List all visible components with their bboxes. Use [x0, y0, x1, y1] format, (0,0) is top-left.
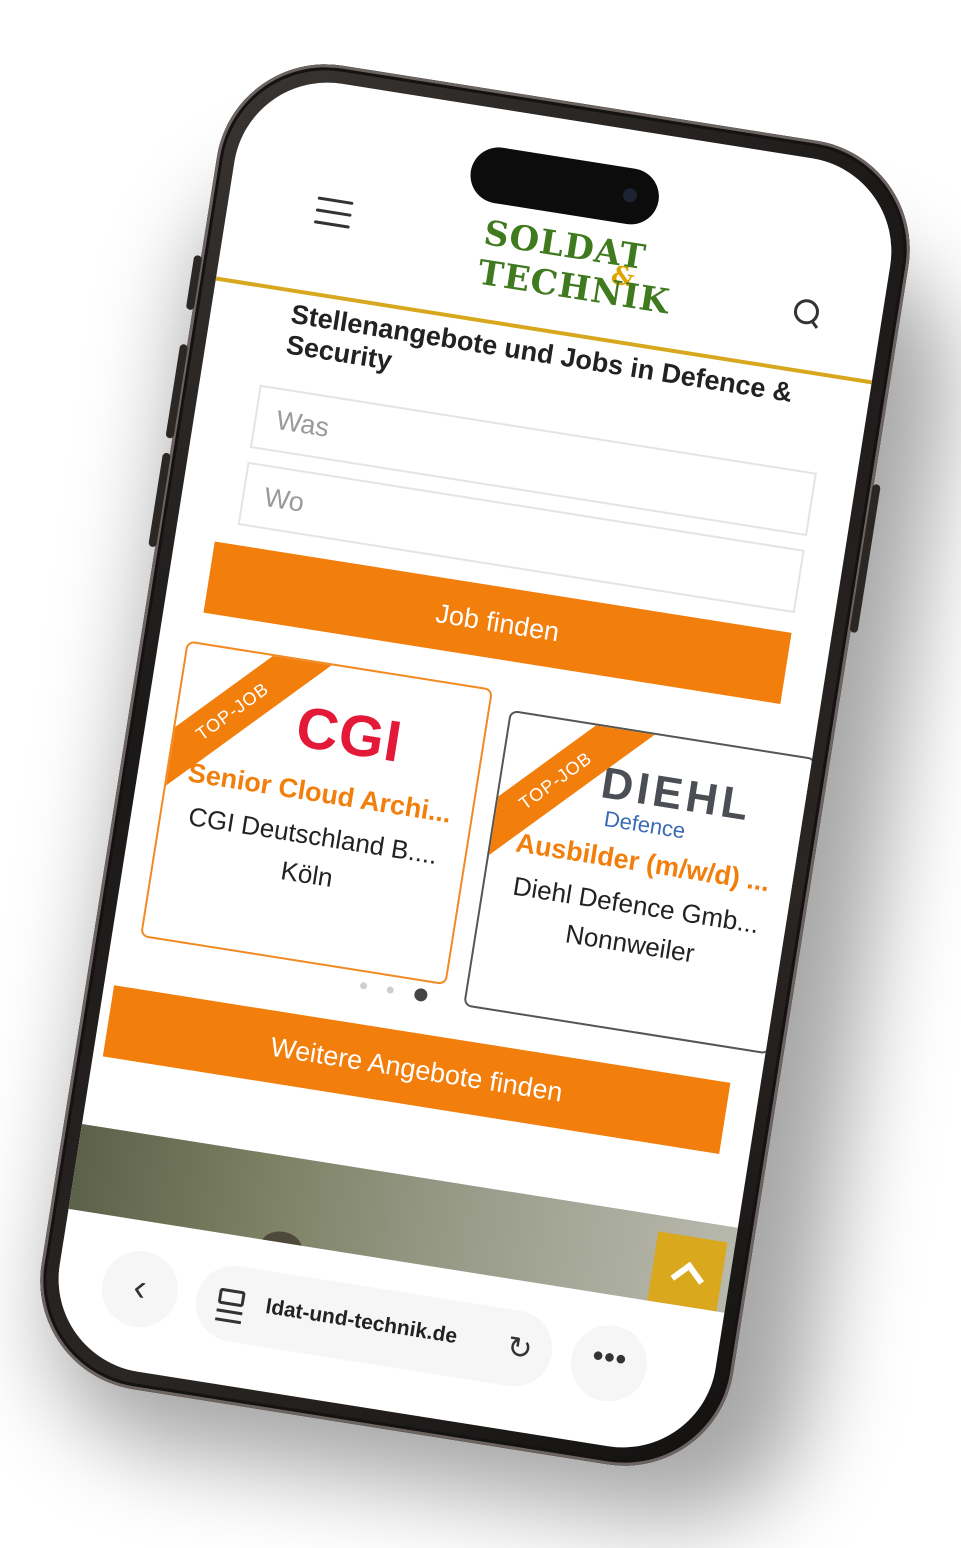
carousel-dot-active[interactable]	[413, 987, 429, 1003]
address-bar[interactable]: ldat-und-technik.de ↻	[190, 1260, 558, 1392]
volume-up-button	[165, 343, 189, 439]
search-icon[interactable]	[792, 297, 822, 327]
tabs-icon[interactable]	[214, 1287, 246, 1325]
reload-icon[interactable]: ↻	[505, 1329, 535, 1368]
carousel-dot[interactable]	[359, 982, 368, 991]
job-card[interactable]: TOP-JOB DIEHL Defence Ausbilder (m/w/d) …	[463, 709, 817, 1055]
more-menu-button[interactable]: •••	[565, 1319, 653, 1407]
diehl-logo: DIEHL Defence	[594, 758, 756, 854]
top-jobs-carousel[interactable]: TOP-JOB CGI Senior Cloud Archi... CGI De…	[135, 640, 817, 1065]
scroll-to-top-button[interactable]	[647, 1231, 728, 1312]
hamburger-menu-icon[interactable]	[313, 196, 354, 229]
volume-down-button	[148, 452, 171, 548]
back-button[interactable]: ‹	[96, 1245, 184, 1333]
page-stage: SOLDAT & TECHNIK Stellenangebote und Job…	[0, 0, 961, 1548]
action-button	[185, 254, 203, 311]
job-card[interactable]: TOP-JOB CGI Senior Cloud Archi... CGI De…	[139, 640, 494, 986]
carousel-dot[interactable]	[386, 986, 395, 995]
cgi-logo: CGI	[291, 694, 407, 775]
site-logo[interactable]: SOLDAT & TECHNIK	[473, 213, 673, 331]
url-text: ldat-und-technik.de	[263, 1295, 459, 1349]
